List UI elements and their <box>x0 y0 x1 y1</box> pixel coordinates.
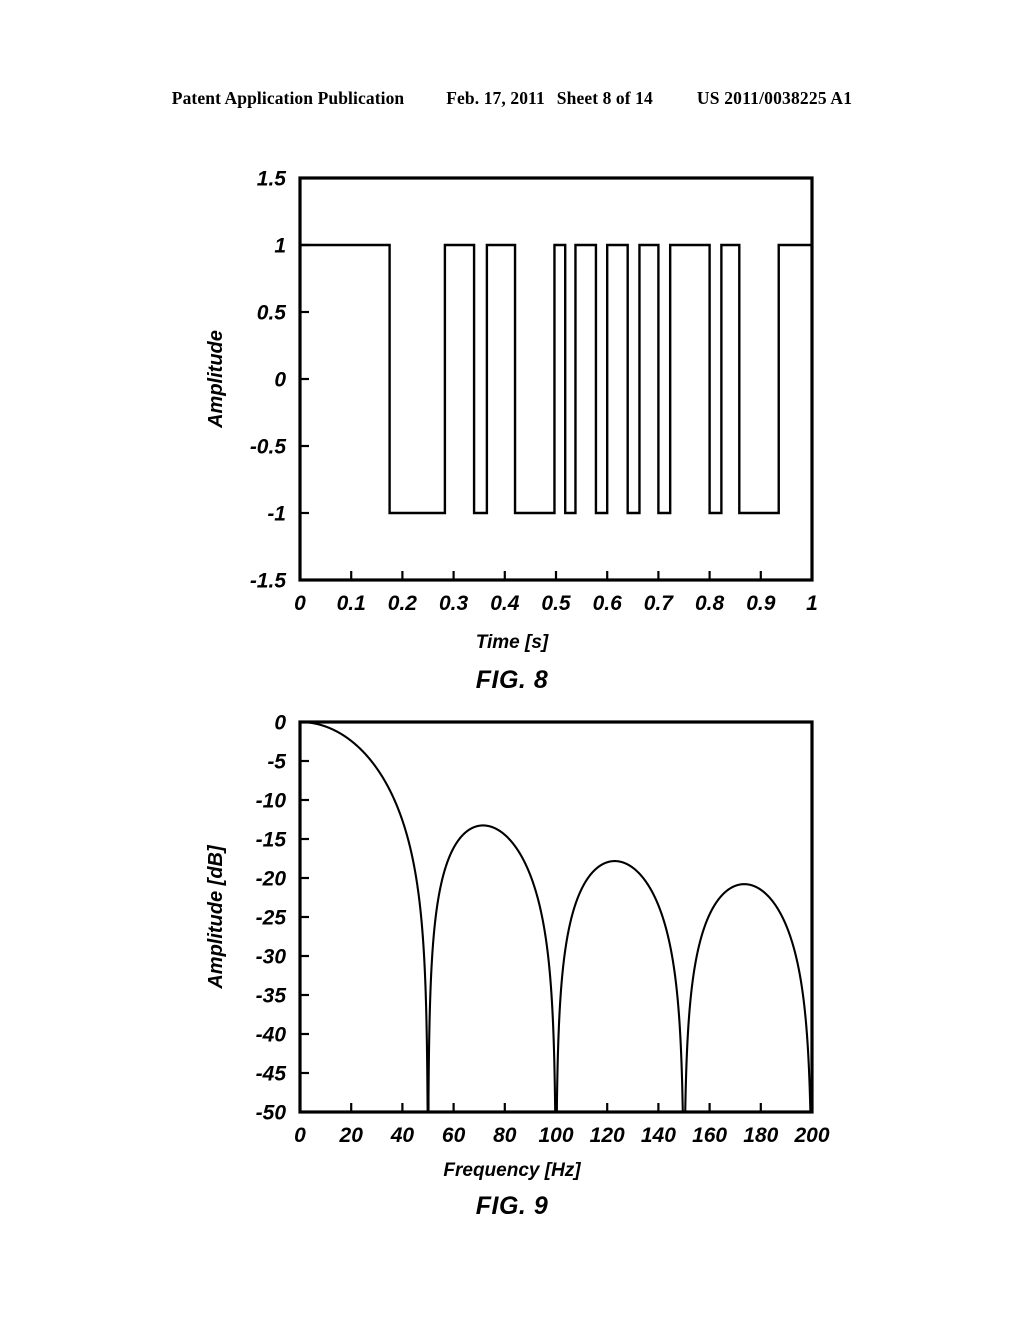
figure-9-content: -50-45-40-35-30-25-20-15-10-500 20 40 60 80 1… <box>205 712 830 1148</box>
plot-frame-8 <box>298 176 814 582</box>
figure-9-xlabel: Frequency [Hz] <box>443 1160 581 1181</box>
y-tick-label-8: -1.5 <box>250 570 287 593</box>
x-tick-label-9: 160 <box>692 1124 727 1147</box>
figure-9-ylabel: Amplitude [dB] <box>205 844 227 990</box>
y-tick-label-8: -0.5 <box>250 436 287 459</box>
x-tick-label-9: 120 <box>590 1124 625 1147</box>
y-tick-label-9: -25 <box>256 907 287 930</box>
nrz-waveform-trace <box>300 243 812 515</box>
x-tick-label-9: 80 <box>493 1124 517 1147</box>
y-tick-label-9: 0 <box>274 712 286 735</box>
x-tick-label-8: 1 <box>806 592 818 615</box>
y-tick-label-9: -10 <box>256 790 287 813</box>
publication-date: Feb. 17, 2011 <box>446 88 545 108</box>
y-tick-label-8: 0.5 <box>257 302 287 325</box>
x-tick-label-8: 0.8 <box>695 592 725 615</box>
x-tick-label-8: 0.3 <box>439 592 469 615</box>
figure-8-caption: FIG. 8 <box>475 666 549 694</box>
x-tick-label-9: 140 <box>641 1124 676 1147</box>
figure-8-content: -1.5 -1 -0.5 0 0.5 1 1.5 0 0.1 0.2 0.3 0.4 0.5 0.6 0.7… <box>205 168 818 616</box>
x-tick-label-8: 0.1 <box>337 592 366 615</box>
y-tick-label-9: -45 <box>256 1063 287 1086</box>
x-tick-label-9: 20 <box>339 1124 364 1147</box>
figure-9-caption: FIG. 9 <box>475 1192 549 1220</box>
x-tick-label-8: 0.5 <box>541 592 571 615</box>
x-tick-label-9: 180 <box>743 1124 778 1147</box>
y-tick-label-9: -15 <box>256 829 287 852</box>
patent-number: US 2011/0038225 A1 <box>696 88 853 108</box>
x-tick-label-9: 200 <box>793 1124 829 1147</box>
figure-8-svg: -1.5 -1 -0.5 0 0.5 1 1.5 0 0.1 0.2 0.3 0.4 0.5 0.6 0.7… <box>205 168 818 616</box>
x-tick-label-8: 0 <box>294 592 306 615</box>
figure-9: -50 -45 -40 -35 -30 -25 -20 -15 -10 -5 0 0 20 40 60 80 1… <box>0 700 1024 1270</box>
sheet-number: Sheet 8 of 14 <box>556 88 653 108</box>
figure-8-ylabel: Amplitude <box>205 330 227 429</box>
spectrum-trace <box>298 720 812 1113</box>
x-tick-label-8: 0.2 <box>388 592 418 615</box>
figure-9-svg: -50-45-40-35-30-25-20-15-10-500 20 40 60 80 1… <box>205 712 830 1148</box>
y-tick-label-8: 1.5 <box>257 168 287 191</box>
x-tick-label-9: 60 <box>442 1124 466 1147</box>
x-tick-label-9: 100 <box>538 1124 573 1147</box>
x-tick-label-9: 0 <box>294 1124 306 1147</box>
y-tick-label-8: 1 <box>274 235 286 258</box>
x-tick-label-9: 40 <box>390 1124 415 1147</box>
x-tick-label-8: 0.6 <box>593 592 623 615</box>
y-tick-label-9: -40 <box>256 1024 287 1047</box>
x-tick-label-8: 0.7 <box>644 592 675 615</box>
figure-8: -1.5 -1 -0.5 0 0.5 1 1.5 0 0.1 0.2 0.3 0.4 0.5 0.6 0.7… <box>0 150 1024 695</box>
x-tick-label-8: 0.9 <box>746 592 776 615</box>
y-tick-label-9: -35 <box>256 985 287 1008</box>
y-tick-label-8: 0 <box>274 369 286 392</box>
page-header: Patent Application Publication Feb. 17, … <box>0 88 1024 109</box>
y-tick-label-9: -20 <box>256 868 287 891</box>
figure-8-xlabel: Time [s] <box>475 632 549 653</box>
publication-label: Patent Application Publication <box>171 88 405 108</box>
x-tick-label-8: 0.4 <box>490 592 520 615</box>
figure-9-plot: -50 -45 -40 -35 -30 -25 -20 -15 -10 -5 0 0 20 40 60 80 1… <box>192 700 832 1160</box>
y-tick-label-8: -1 <box>267 503 286 526</box>
y-tick-label-9: -5 <box>267 751 286 774</box>
y-tick-label-9: -30 <box>256 946 287 969</box>
plot-frame-9 <box>298 720 814 1114</box>
figure-8-plot: -1.5 -1 -0.5 0 0.5 1 1.5 0 0.1 0.2 0.3 0.4 0.5 0.6 0.7… <box>192 150 832 630</box>
y-tick-label-9: -50 <box>256 1102 287 1125</box>
